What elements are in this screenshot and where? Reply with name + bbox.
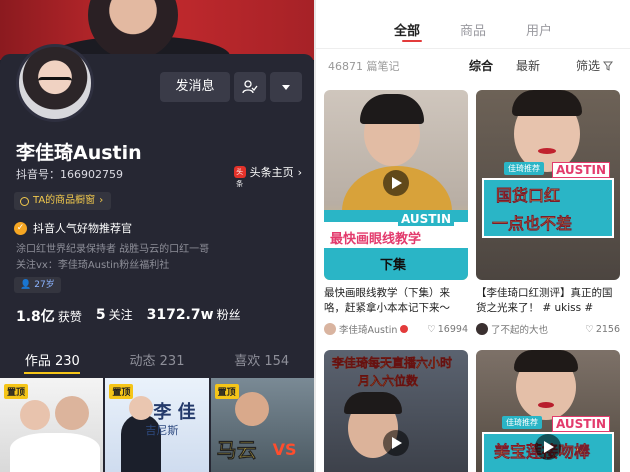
douyin-id: 抖音号：166902759 [16,168,123,181]
note-card[interactable]: 佳琦推荐 AUSTIN 国货口红 一点也不差 【李佳琦口红测评】真正的国货之光来… [476,90,620,336]
stat-followers[interactable]: 3172.7w 粉丝 [147,306,241,326]
like-count[interactable]: ♡ 2156 [585,324,620,335]
pinned-badge: 置顶 [214,384,239,399]
play-icon [544,441,554,453]
pinned-badge: 置顶 [4,384,29,399]
profile-stats: 1.8亿 获赞 5 关注 3172.7w 粉丝 [16,306,241,326]
note-card[interactable]: 李佳琦每天直播六小时 月入六位数 [324,350,468,472]
profile-screen: 发消息 李佳琦Austin 抖音号：166902759 头条 头条主页 › TA… [0,0,314,472]
tab-users[interactable]: 用户 [526,20,552,39]
divider [316,48,630,49]
user-check-icon [242,80,258,94]
play-button[interactable] [383,170,409,196]
age-tag: 👤 27岁 [14,277,61,293]
play-button[interactable] [535,434,561,460]
verified-icon [400,325,409,333]
filter-button[interactable]: 筛选 [576,57,614,74]
note-cover[interactable]: 佳琦推荐 AUSTIN 美宝莲接吻棒 [476,350,620,472]
verified-badge-row: ✓ 抖音人气好物推荐官 [14,220,132,236]
tab-works[interactable]: 作品 230 [0,350,105,369]
bio-line-2: 关注vx：李佳琦Austin粉丝福利社 [16,260,170,271]
like-count[interactable]: ♡ 16994 [427,324,468,335]
note-card[interactable]: AUSTIN 最快画眼线教学 下集 最快画眼线教学（下集）来咯，赶紧拿小本本记下… [324,90,468,336]
sort-latest[interactable]: 最新 [516,57,540,74]
search-results-screen: 全部 商品 用户 46871 篇笔记 综合 最新 筛选 AUSTIN 最快画眼线… [316,0,630,472]
bio-line-1: 涂口红世界纪录保持者 战胜马云的口红一哥 [16,244,210,255]
more-dropdown-button[interactable] [270,72,302,102]
play-icon [392,177,402,189]
active-tab-indicator [402,40,422,42]
tab-posts[interactable]: 动态 231 [105,350,210,369]
note-title[interactable]: 【李佳琦口红测评】真正的国货之光来了！ # ukiss # [476,286,620,316]
note-meta: 李佳琦Austin ♡ 16994 [324,322,468,336]
sort-comprehensive[interactable]: 综合 [469,57,493,74]
toutiao-home-link[interactable]: 头条 头条主页 › [233,164,302,188]
product-window-link[interactable]: TA的商品橱窗 › [14,192,112,210]
works-grid: 置顶 李 佳 吉尼斯 置顶 马云 VS 置顶 [0,378,314,472]
play-icon [392,437,402,449]
search-tabs: 全部 商品 用户 [316,20,630,39]
shop-icon [20,196,29,206]
author-name[interactable]: 了不起的大也 [491,322,548,336]
send-message-button[interactable]: 发消息 [160,72,230,102]
author-avatar[interactable] [476,323,488,335]
note-count: 46871 篇笔记 [328,60,400,73]
followed-user-button[interactable] [234,72,266,102]
note-title[interactable]: 最快画眼线教学（下集）来咯，赶紧拿小本本记下来～ [324,286,468,316]
video-thumbnail[interactable]: 李 佳 吉尼斯 置顶 [105,378,209,472]
toutiao-logo-icon: 头条 [233,166,246,188]
profile-tabs: 作品 230 动态 231 喜欢 154 [0,350,314,369]
chevron-right-icon: › [99,195,104,206]
video-thumbnail[interactable]: 置顶 [0,378,104,472]
note-meta: 了不起的大也 ♡ 2156 [476,322,620,336]
pinned-badge: 置顶 [109,384,134,399]
tab-products[interactable]: 商品 [460,20,486,39]
video-thumbnail[interactable]: 马云 VS 置顶 [210,378,314,472]
heart-icon: ♡ [585,323,594,335]
filter-bar: 46871 篇笔记 综合 最新 筛选 [316,52,630,78]
author-avatar[interactable] [324,323,336,335]
tab-likes[interactable]: 喜欢 154 [209,350,314,369]
tab-all[interactable]: 全部 [394,20,420,39]
gender-icon: 👤 [20,280,32,290]
author-name[interactable]: 李佳琦Austin [339,322,397,336]
play-button[interactable] [383,430,409,456]
note-cover[interactable]: 佳琦推荐 AUSTIN 国货口红 一点也不差 [476,90,620,280]
filter-icon [603,61,614,71]
note-card[interactable]: 佳琦推荐 AUSTIN 美宝莲接吻棒 [476,350,620,472]
note-cover[interactable]: AUSTIN 最快画眼线教学 下集 [324,90,468,280]
stat-likes[interactable]: 1.8亿 获赞 [16,306,82,326]
note-cover[interactable]: 李佳琦每天直播六小时 月入六位数 [324,350,468,472]
avatar[interactable] [16,44,94,122]
verified-check-icon: ✓ [14,221,27,235]
caret-down-icon [282,85,290,90]
stat-following[interactable]: 5 关注 [96,306,133,326]
active-tab-indicator [24,372,80,374]
heart-icon: ♡ [427,323,436,335]
profile-name: 李佳琦Austin [16,142,142,164]
chevron-right-icon: › [297,165,302,179]
